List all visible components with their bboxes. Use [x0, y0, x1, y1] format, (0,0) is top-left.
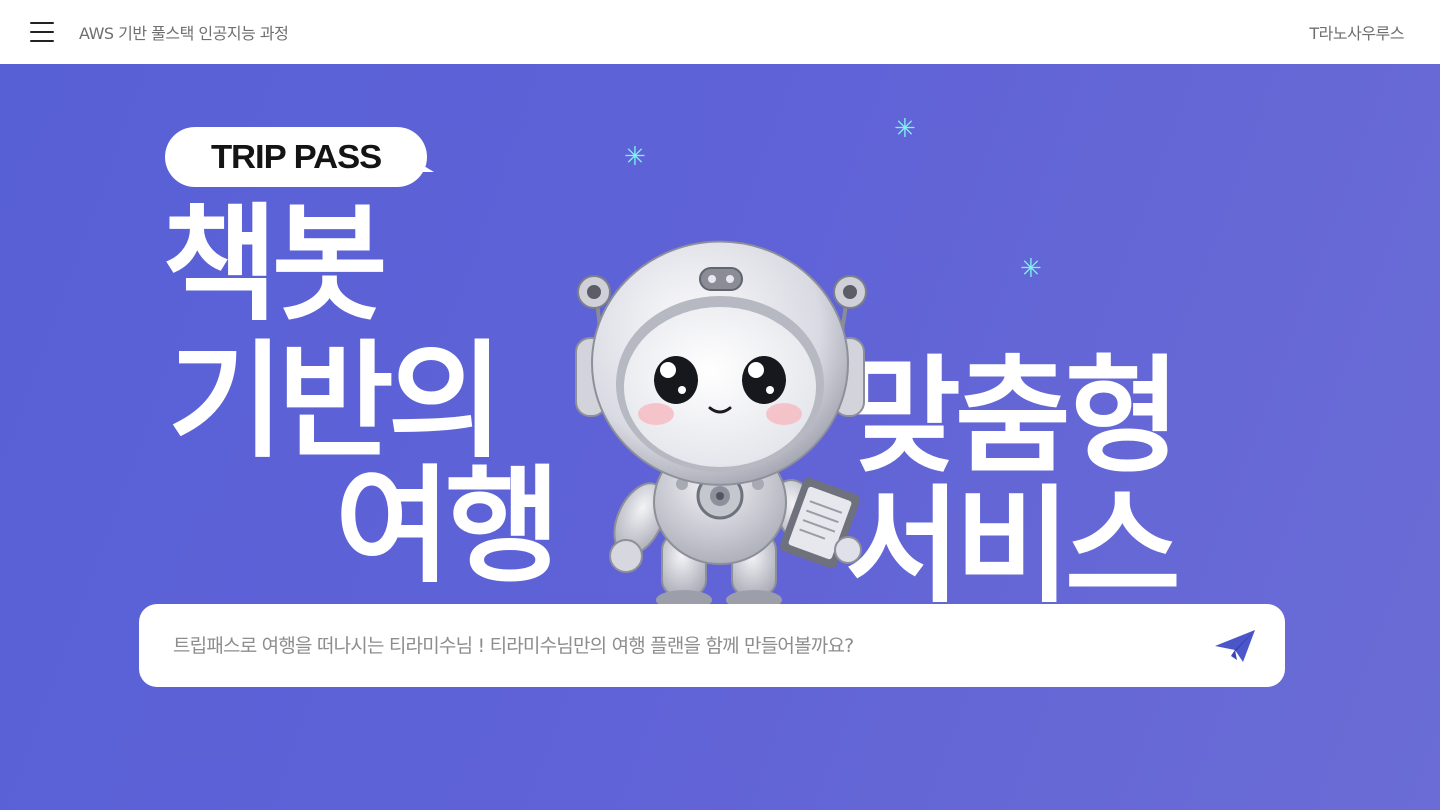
- top-nav-bar: AWS 기반 풀스택 인공지능 과정 T라노사우루스: [0, 0, 1440, 64]
- trip-pass-badge: TRIP PASS: [165, 127, 427, 187]
- chat-input[interactable]: [173, 604, 1193, 687]
- paper-plane-send-icon[interactable]: [1213, 626, 1257, 666]
- headline-line-4: 맞춤형: [845, 343, 1181, 490]
- headline-line-3: 여행: [335, 453, 561, 600]
- chat-input-bar: [139, 604, 1285, 687]
- team-name: T라노사우루스: [1309, 24, 1404, 43]
- headline-line-1: 책봇: [162, 191, 388, 338]
- headline-line-5: 서비스: [845, 473, 1181, 620]
- badge-tail: [414, 160, 434, 172]
- astronaut-robot-mascot: [575, 240, 867, 610]
- sparkle-icon: ✳: [1020, 254, 1042, 284]
- badge-label: TRIP PASS: [210, 138, 382, 175]
- sparkle-icon: ✳: [624, 142, 646, 172]
- hero-banner: TRIP PASS 책봇 기반의 여행 맞춤형 서비스 ✳ ✳ ✳: [0, 64, 1440, 810]
- course-title: AWS 기반 풀스택 인공지능 과정: [79, 24, 289, 43]
- headline-line-2: 기반의: [168, 328, 504, 475]
- hamburger-menu-icon[interactable]: [28, 20, 56, 44]
- sparkle-icon: ✳: [894, 114, 916, 144]
